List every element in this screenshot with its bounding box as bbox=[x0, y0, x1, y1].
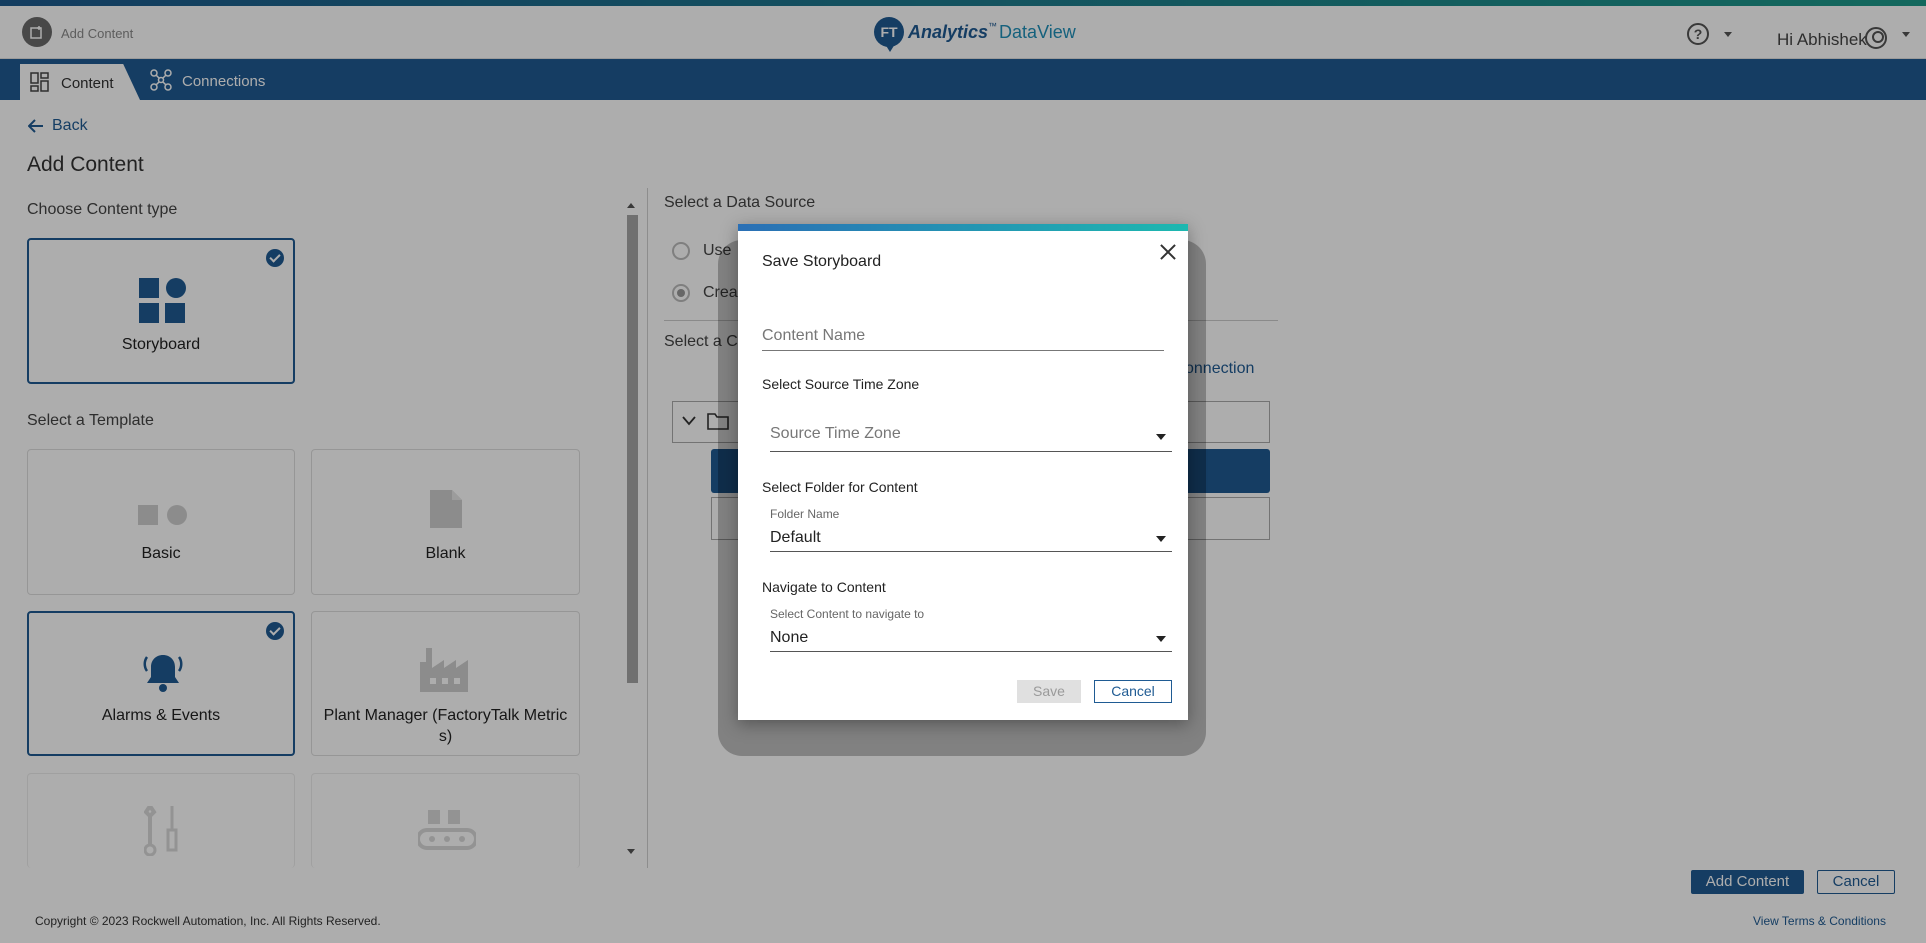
dialog-cancel-button[interactable]: Cancel bbox=[1094, 680, 1172, 703]
time-zone-select[interactable]: Source Time Zone bbox=[770, 420, 1172, 452]
time-zone-placeholder: Source Time Zone bbox=[770, 425, 901, 442]
navigate-select[interactable]: Select Content to navigate to None bbox=[770, 607, 1172, 652]
time-zone-heading: Select Source Time Zone bbox=[762, 376, 920, 392]
dropdown-arrow-icon bbox=[1156, 536, 1166, 542]
folder-heading: Select Folder for Content bbox=[762, 479, 918, 495]
dialog-accent-bar bbox=[738, 224, 1188, 231]
folder-select[interactable]: Folder Name Default bbox=[770, 507, 1172, 552]
save-storyboard-dialog: Save Storyboard Select Source Time Zone … bbox=[738, 224, 1188, 720]
content-name-input[interactable] bbox=[762, 321, 1164, 351]
dialog-title: Save Storyboard bbox=[762, 253, 882, 270]
save-button[interactable]: Save bbox=[1017, 680, 1081, 703]
navigate-heading: Navigate to Content bbox=[762, 579, 886, 595]
close-icon[interactable] bbox=[1158, 242, 1178, 262]
navigate-field-label: Select Content to navigate to bbox=[770, 607, 925, 621]
dropdown-arrow-icon bbox=[1156, 434, 1166, 440]
folder-field-label: Folder Name bbox=[770, 507, 840, 521]
folder-value: Default bbox=[770, 529, 821, 546]
dropdown-arrow-icon bbox=[1156, 636, 1166, 642]
navigate-value: None bbox=[770, 629, 809, 646]
